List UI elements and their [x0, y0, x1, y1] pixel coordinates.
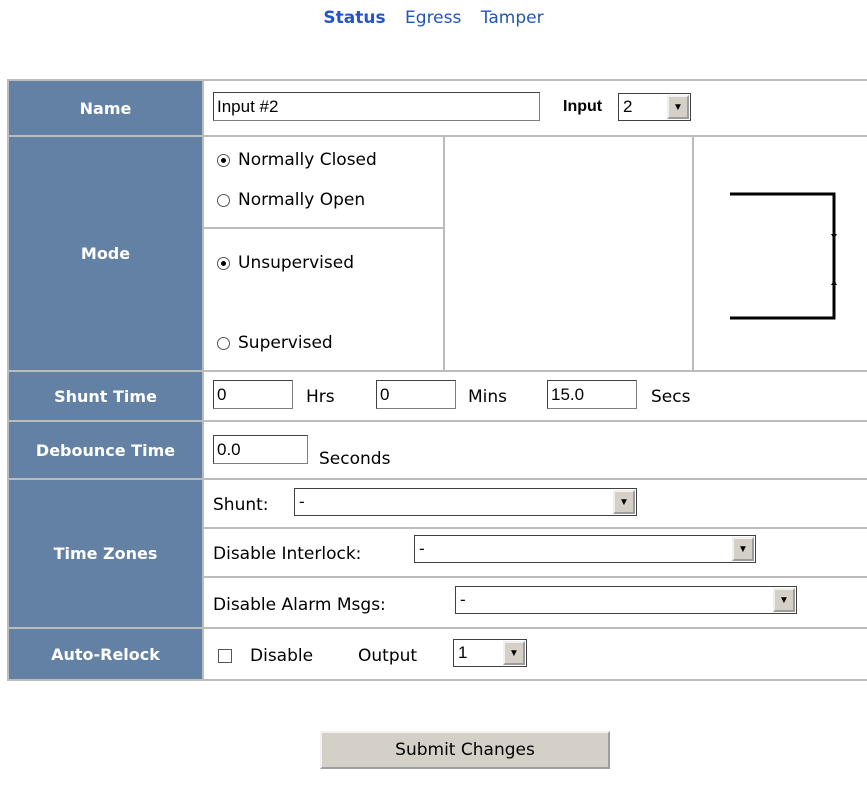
- supervised-label: Supervised: [238, 333, 333, 353]
- normally-open-label: Normally Open: [238, 190, 366, 210]
- mode-label: Mode: [9, 137, 202, 370]
- nav-tamper-link[interactable]: Tamper: [481, 8, 544, 28]
- debounce-input[interactable]: 0.0: [213, 435, 308, 464]
- dropdown-arrow-icon[interactable]: ▼: [613, 490, 635, 514]
- input-number-label: Input: [563, 98, 603, 115]
- normally-closed-radio[interactable]: [217, 154, 230, 167]
- secs-unit: Secs: [651, 387, 691, 407]
- auto-relock-label: Auto-Relock: [9, 629, 202, 679]
- tz-alarm-row: Disable Alarm Msgs: - ▼: [204, 578, 867, 627]
- circuit-diagram: [694, 137, 867, 370]
- tz-interlock-select[interactable]: - ▼: [414, 535, 756, 563]
- tz-shunt-select[interactable]: - ▼: [294, 488, 637, 516]
- name-label: Name: [9, 81, 202, 135]
- top-nav: Status Egress Tamper: [0, 8, 867, 28]
- tz-alarm-select[interactable]: - ▼: [455, 586, 797, 614]
- dropdown-arrow-icon[interactable]: ▼: [732, 537, 754, 561]
- output-value: 1: [458, 643, 468, 662]
- unsupervised-radio[interactable]: [217, 257, 230, 270]
- output-select[interactable]: 1 ▼: [453, 639, 527, 667]
- normally-open-radio[interactable]: [217, 194, 230, 207]
- tz-interlock-row: Disable Interlock: - ▼: [204, 529, 867, 576]
- name-input[interactable]: Input #2: [213, 92, 540, 121]
- contact-type-group: Normally Closed Normally Open: [204, 137, 443, 227]
- unsupervised-label: Unsupervised: [238, 253, 354, 273]
- debounce-unit: Seconds: [319, 449, 391, 469]
- dropdown-arrow-icon[interactable]: ▼: [773, 588, 795, 612]
- shunt-hrs-input[interactable]: 0: [213, 380, 293, 409]
- name-row: Input #2 Input 2 ▼: [204, 81, 867, 135]
- tz-interlock-label: Disable Interlock:: [213, 544, 362, 564]
- input-config-form: Name Input #2 Input 2 ▼ Mode Normally Cl…: [7, 79, 867, 681]
- hrs-unit: Hrs: [306, 387, 335, 407]
- dropdown-arrow-icon[interactable]: ▼: [503, 641, 525, 665]
- disable-checkbox[interactable]: [218, 649, 232, 663]
- tz-shunt-row: Shunt: - ▼: [204, 480, 867, 527]
- mins-unit: Mins: [468, 387, 508, 407]
- auto-relock-row: Disable Output 1 ▼: [204, 629, 867, 679]
- output-label: Output: [358, 646, 418, 666]
- input-number-value: 2: [623, 97, 633, 116]
- submit-changes-button[interactable]: Submit Changes: [320, 731, 610, 769]
- tz-shunt-value: -: [299, 492, 305, 511]
- normally-closed-label: Normally Closed: [238, 150, 377, 170]
- nav-egress-link[interactable]: Egress: [405, 8, 461, 28]
- time-zones-label: Time Zones: [9, 480, 202, 627]
- supervised-radio[interactable]: [217, 337, 230, 350]
- nav-status-link[interactable]: Status: [323, 8, 385, 28]
- circuit-diagram-icon: [730, 192, 837, 320]
- mode-diagram-blank: [445, 137, 692, 370]
- shunt-time-label: Shunt Time: [9, 372, 202, 420]
- debounce-time-row: 0.0 Seconds: [204, 422, 867, 478]
- shunt-mins-input[interactable]: 0: [376, 380, 456, 409]
- supervision-group: Unsupervised Supervised: [204, 229, 443, 370]
- tz-alarm-label: Disable Alarm Msgs:: [213, 595, 386, 615]
- shunt-time-row: 0 Hrs 0 Mins 15.0 Secs: [204, 372, 867, 420]
- tz-interlock-value: -: [419, 539, 425, 558]
- dropdown-arrow-icon[interactable]: ▼: [667, 95, 689, 119]
- shunt-secs-input[interactable]: 15.0: [547, 380, 637, 409]
- tz-alarm-value: -: [460, 590, 466, 609]
- debounce-time-label: Debounce Time: [9, 422, 202, 478]
- tz-shunt-label: Shunt:: [213, 495, 269, 515]
- input-number-select[interactable]: 2 ▼: [618, 93, 691, 121]
- disable-label: Disable: [250, 646, 314, 666]
